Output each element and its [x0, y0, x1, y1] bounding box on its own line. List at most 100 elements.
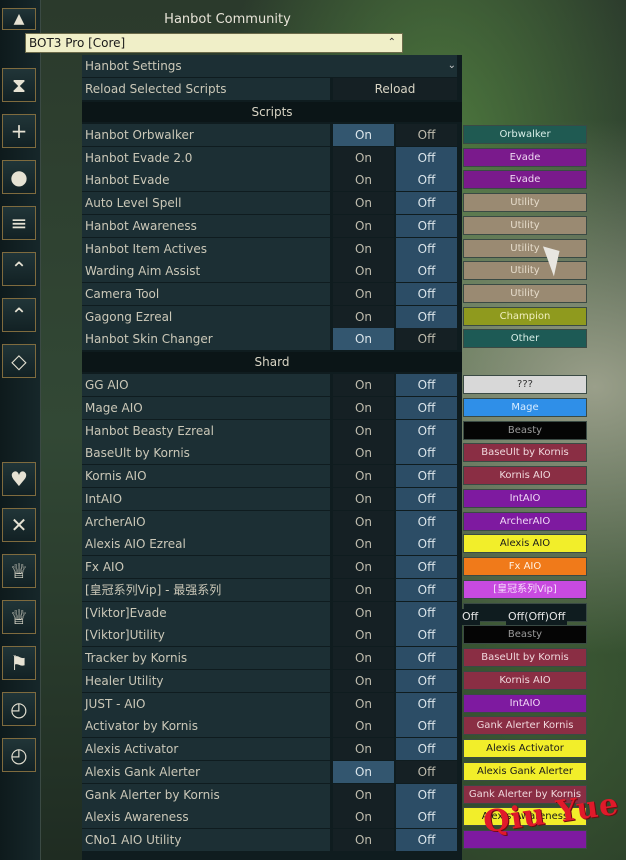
off-toggle[interactable]: Off: [396, 806, 457, 829]
clock-icon[interactable]: ◴: [2, 692, 36, 726]
off-toggle[interactable]: Off: [396, 624, 457, 647]
on-toggle[interactable]: On: [333, 237, 394, 260]
on-toggle[interactable]: On: [333, 192, 394, 215]
reload-button[interactable]: Reload: [333, 78, 457, 100]
script-row: Alexis Activator On Off: [82, 738, 462, 760]
off-toggle[interactable]: Off: [396, 396, 457, 419]
chevron-down-icon[interactable]: ⌄: [448, 55, 456, 77]
script-row: Hanbot Awareness On Off: [82, 214, 462, 237]
on-toggle[interactable]: On: [333, 624, 394, 647]
category-tag: IntAIO: [463, 693, 587, 713]
off-toggle[interactable]: Off: [396, 146, 457, 169]
on-toggle[interactable]: On: [333, 396, 394, 419]
on-toggle[interactable]: On: [333, 738, 394, 760]
on-toggle[interactable]: On: [333, 305, 394, 328]
off-toggle[interactable]: Off: [396, 669, 457, 692]
off-toggle[interactable]: Off: [396, 237, 457, 260]
on-toggle[interactable]: On: [333, 760, 394, 783]
script-row: BaseUlt by Kornis On Off: [82, 442, 462, 465]
script-row: IntAIO On Off: [82, 487, 462, 510]
on-toggle[interactable]: On: [333, 374, 394, 396]
script-name: JUST - AIO: [82, 692, 330, 715]
plus-icon[interactable]: +: [2, 114, 36, 148]
category-tag: Beasty: [463, 420, 587, 440]
off-toggle[interactable]: Off: [396, 647, 457, 669]
on-toggle[interactable]: On: [333, 328, 394, 351]
coins-icon[interactable]: ≡: [2, 206, 36, 240]
off-toggle[interactable]: Off: [396, 169, 457, 192]
core-select-value: BOT3 Pro [Core]: [29, 36, 126, 50]
on-toggle[interactable]: On: [333, 533, 394, 556]
clock-icon[interactable]: ◴: [2, 738, 36, 772]
flag-icon[interactable]: ⚑: [2, 646, 36, 680]
off-toggle[interactable]: Off: [396, 442, 457, 465]
on-toggle[interactable]: On: [333, 669, 394, 692]
on-toggle[interactable]: On: [333, 510, 394, 533]
close-icon[interactable]: ✕: [2, 508, 36, 542]
off-toggle[interactable]: Off: [396, 556, 457, 578]
drop-icon[interactable]: ●: [2, 160, 36, 194]
community-title: Hanbot Community: [164, 12, 291, 27]
diamond-icon[interactable]: ◇: [2, 344, 36, 378]
on-toggle[interactable]: On: [333, 260, 394, 283]
script-name: Alexis Gank Alerter: [82, 760, 330, 783]
off-toggle[interactable]: Off: [396, 692, 457, 715]
on-toggle[interactable]: On: [333, 783, 394, 806]
off-toggle[interactable]: Off: [396, 124, 457, 146]
off-toggle[interactable]: Off: [396, 214, 457, 237]
off-toggle[interactable]: Off: [396, 374, 457, 396]
off-toggle[interactable]: Off: [396, 419, 457, 442]
off-toggle[interactable]: Off: [396, 487, 457, 510]
off-toggle[interactable]: Off: [396, 192, 457, 215]
settings-row[interactable]: Hanbot Settings ⌄: [82, 55, 462, 77]
on-toggle[interactable]: On: [333, 146, 394, 169]
off-toggle[interactable]: Off: [396, 738, 457, 760]
off-toggle[interactable]: Off: [396, 533, 457, 556]
hourglass-icon[interactable]: ⧗: [2, 68, 36, 102]
off-toggle[interactable]: Off: [396, 829, 457, 851]
off-toggle[interactable]: Off: [396, 260, 457, 283]
on-toggle[interactable]: On: [333, 556, 394, 578]
off-toggle[interactable]: Off: [396, 578, 457, 601]
script-name: Auto Level Spell: [82, 192, 330, 215]
on-toggle[interactable]: On: [333, 806, 394, 829]
on-toggle[interactable]: On: [333, 601, 394, 624]
script-name: Hanbot Evade 2.0: [82, 146, 330, 169]
on-toggle[interactable]: On: [333, 442, 394, 465]
category-tag: BaseUlt by Kornis: [463, 443, 587, 463]
chevron-up-icon[interactable]: ▲: [2, 8, 36, 30]
off-toggle[interactable]: Off: [396, 760, 457, 783]
settings-label: Hanbot Settings: [82, 55, 457, 77]
off-toggle[interactable]: Off: [396, 305, 457, 328]
script-name: Kornis AIO: [82, 465, 330, 487]
heart-icon[interactable]: ♥: [2, 462, 36, 496]
on-toggle[interactable]: On: [333, 419, 394, 442]
on-toggle[interactable]: On: [333, 465, 394, 487]
chevron-up-icon[interactable]: ⌃: [388, 34, 396, 52]
off-toggle[interactable]: Off: [396, 783, 457, 806]
off-toggle[interactable]: Off: [396, 282, 457, 305]
trophy-icon[interactable]: ♕: [2, 554, 36, 588]
on-toggle[interactable]: On: [333, 715, 394, 738]
on-toggle[interactable]: On: [333, 124, 394, 146]
off-toggle[interactable]: Off: [396, 715, 457, 738]
off-toggle[interactable]: Off: [396, 328, 457, 351]
on-toggle[interactable]: On: [333, 829, 394, 851]
core-select[interactable]: BOT3 Pro [Core] ⌃: [25, 33, 403, 53]
on-toggle[interactable]: On: [333, 692, 394, 715]
script-name: GG AIO: [82, 374, 330, 396]
off-toggle[interactable]: Off: [396, 465, 457, 487]
on-toggle[interactable]: On: [333, 169, 394, 192]
trophy-icon[interactable]: ♕: [2, 600, 36, 634]
on-toggle[interactable]: On: [333, 578, 394, 601]
lock-chevron-icon[interactable]: ⌃: [2, 298, 36, 332]
on-toggle[interactable]: On: [333, 214, 394, 237]
on-toggle[interactable]: On: [333, 282, 394, 305]
off-toggle[interactable]: Off: [396, 601, 457, 624]
script-name: Gank Alerter by Kornis: [82, 783, 330, 806]
off-toggle[interactable]: Off: [396, 510, 457, 533]
on-toggle[interactable]: On: [333, 647, 394, 669]
on-toggle[interactable]: On: [333, 487, 394, 510]
double-chevron-up-icon[interactable]: ⌃: [2, 252, 36, 286]
script-name: [Viktor]Utility: [82, 624, 330, 647]
